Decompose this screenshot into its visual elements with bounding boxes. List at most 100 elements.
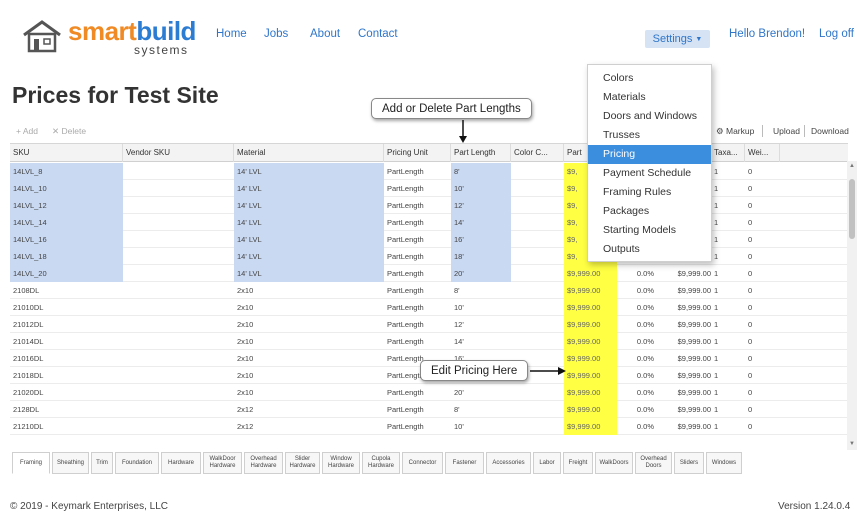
cell-material[interactable]: 14' LVL <box>234 180 384 197</box>
cell-cost[interactable]: $9,999.00 <box>657 282 711 299</box>
cell-color[interactable] <box>511 265 564 282</box>
tab-sliders[interactable]: Sliders <box>674 452 704 474</box>
cell-tax[interactable]: 1 <box>711 367 745 384</box>
table-row[interactable]: 14LVL_14 14' LVL PartLength 14' $9, 1 0 <box>10 214 848 231</box>
cell-material[interactable]: 14' LVL <box>234 197 384 214</box>
menu-item-packages[interactable]: Packages <box>588 202 711 221</box>
cell-tax[interactable]: 1 <box>711 180 745 197</box>
cell-cost[interactable]: $9,999.00 <box>657 316 711 333</box>
cell-vendor[interactable] <box>123 401 234 418</box>
cell-vendor[interactable] <box>123 367 234 384</box>
add-button[interactable]: + Add <box>16 126 38 136</box>
cell-weight[interactable]: 0 <box>745 299 780 316</box>
cell-unit[interactable]: PartLength <box>384 197 451 214</box>
cell-pct[interactable]: 0.0% <box>617 350 657 367</box>
cell-pct[interactable]: 0.0% <box>617 316 657 333</box>
table-row[interactable]: 21014DL 2x10 PartLength 14' $9,999.00 0.0% $9,… <box>10 333 848 350</box>
cell-material[interactable]: 2x10 <box>234 282 384 299</box>
cell-color[interactable] <box>511 418 564 435</box>
upload-button[interactable]: Upload <box>773 126 800 136</box>
cell-weight[interactable]: 0 <box>745 214 780 231</box>
cell-color[interactable] <box>511 282 564 299</box>
cell-vendor[interactable] <box>123 418 234 435</box>
cell-vendor[interactable] <box>123 282 234 299</box>
cell-length[interactable]: 10' <box>451 418 511 435</box>
tab-walkdoor-hardware[interactable]: WalkDoor Hardware <box>203 452 242 474</box>
cell-pct[interactable]: 0.0% <box>617 401 657 418</box>
cell-vendor[interactable] <box>123 384 234 401</box>
cell-cost[interactable]: $9,999.00 <box>657 367 711 384</box>
cell-price[interactable]: $9,999.00 <box>564 401 617 418</box>
cell-vendor[interactable] <box>123 197 234 214</box>
nav-home[interactable]: Home <box>216 28 247 40</box>
cell-length[interactable]: 18' <box>451 248 511 265</box>
scroll-up-icon[interactable]: ▲ <box>849 163 855 169</box>
cell-sku[interactable]: 21016DL <box>10 350 123 367</box>
cell-tax[interactable]: 1 <box>711 316 745 333</box>
cell-sku[interactable]: 14LVL_10 <box>10 180 123 197</box>
cell-cost[interactable]: $9,999.00 <box>657 401 711 418</box>
download-button[interactable]: Download <box>811 126 849 136</box>
column-header-sku[interactable]: SKU <box>10 144 123 162</box>
nav-jobs[interactable]: Jobs <box>264 28 288 40</box>
cell-weight[interactable]: 0 <box>745 367 780 384</box>
cell-price[interactable]: $9,999.00 <box>564 384 617 401</box>
cell-vendor[interactable] <box>123 248 234 265</box>
cell-tax[interactable]: 1 <box>711 384 745 401</box>
tab-freight[interactable]: Freight <box>563 452 593 474</box>
cell-material[interactable]: 2x12 <box>234 418 384 435</box>
cell-vendor[interactable] <box>123 265 234 282</box>
table-row[interactable]: 14LVL_8 14' LVL PartLength 8' $9, 1 0 <box>10 163 848 180</box>
cell-color[interactable] <box>511 384 564 401</box>
menu-item-payment-schedule[interactable]: Payment Schedule <box>588 164 711 183</box>
cell-material[interactable]: 14' LVL <box>234 248 384 265</box>
menu-item-doors-and-windows[interactable]: Doors and Windows <box>588 107 711 126</box>
delete-button[interactable]: ✕ Delete <box>52 126 86 137</box>
cell-pct[interactable]: 0.0% <box>617 265 657 282</box>
table-row[interactable]: 14LVL_12 14' LVL PartLength 12' $9, 1 0 <box>10 197 848 214</box>
cell-unit[interactable]: PartLength <box>384 418 451 435</box>
column-header-color-code[interactable]: Color C... <box>511 144 564 162</box>
tab-fastener[interactable]: Fastener <box>445 452 484 474</box>
cell-length[interactable]: 8' <box>451 401 511 418</box>
cell-vendor[interactable] <box>123 350 234 367</box>
cell-tax[interactable]: 1 <box>711 265 745 282</box>
cell-sku[interactable]: 14LVL_20 <box>10 265 123 282</box>
cell-weight[interactable]: 0 <box>745 401 780 418</box>
user-greeting-link[interactable]: Hello Brendon! <box>729 28 805 40</box>
cell-pct[interactable]: 0.0% <box>617 282 657 299</box>
menu-item-outputs[interactable]: Outputs <box>588 240 711 259</box>
cell-material[interactable]: 14' LVL <box>234 163 384 180</box>
cell-unit[interactable]: PartLength <box>384 333 451 350</box>
column-header-weight[interactable]: Wei... <box>745 144 780 162</box>
cell-vendor[interactable] <box>123 180 234 197</box>
column-header-pricing-unit[interactable]: Pricing Unit <box>384 144 451 162</box>
cell-tax[interactable]: 1 <box>711 282 745 299</box>
nav-about[interactable]: About <box>310 28 340 40</box>
cell-material[interactable]: 2x10 <box>234 316 384 333</box>
cell-cost[interactable]: $9,999.00 <box>657 299 711 316</box>
cell-unit[interactable]: PartLength <box>384 180 451 197</box>
cell-price[interactable]: $9,999.00 <box>564 367 617 384</box>
cell-sku[interactable]: 14LVL_8 <box>10 163 123 180</box>
menu-item-starting-models[interactable]: Starting Models <box>588 221 711 240</box>
cell-sku[interactable]: 21010DL <box>10 299 123 316</box>
cell-material[interactable]: 2x10 <box>234 299 384 316</box>
cell-cost[interactable]: $9,999.00 <box>657 265 711 282</box>
cell-tax[interactable]: 1 <box>711 231 745 248</box>
tab-windows[interactable]: Windows <box>706 452 742 474</box>
cell-material[interactable]: 14' LVL <box>234 231 384 248</box>
cell-material[interactable]: 2x10 <box>234 384 384 401</box>
cell-unit[interactable]: PartLength <box>384 401 451 418</box>
tab-accessories[interactable]: Accessories <box>486 452 531 474</box>
cell-vendor[interactable] <box>123 231 234 248</box>
table-row[interactable]: 14LVL_20 14' LVL PartLength 20' $9,999.00 0.0… <box>10 265 848 282</box>
cell-color[interactable] <box>511 248 564 265</box>
cell-weight[interactable]: 0 <box>745 231 780 248</box>
cell-weight[interactable]: 0 <box>745 384 780 401</box>
cell-material[interactable]: 14' LVL <box>234 265 384 282</box>
cell-tax[interactable]: 1 <box>711 197 745 214</box>
cell-unit[interactable]: PartLength <box>384 299 451 316</box>
column-header-vendor-sku[interactable]: Vendor SKU <box>123 144 234 162</box>
cell-tax[interactable]: 1 <box>711 163 745 180</box>
